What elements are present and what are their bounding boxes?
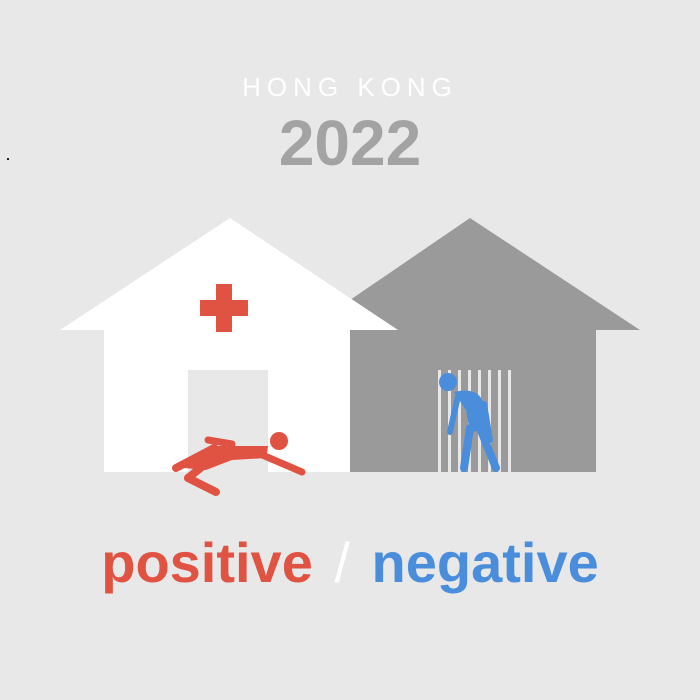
caption: positive / negative	[0, 530, 700, 595]
quarantine-house	[350, 218, 640, 472]
hospital-house	[60, 218, 398, 472]
positive-label: positive	[101, 531, 313, 594]
illustration	[60, 218, 640, 496]
separator: /	[334, 531, 350, 594]
negative-label: negative	[371, 531, 599, 594]
